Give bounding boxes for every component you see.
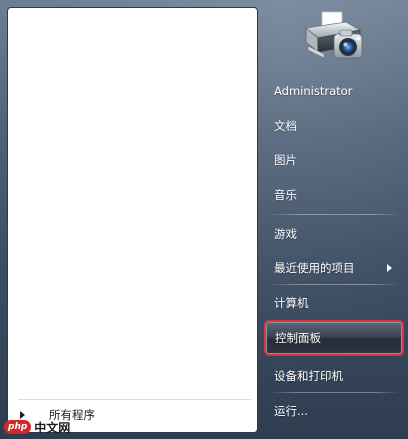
menu-divider [270,392,400,393]
computer-link[interactable]: 计算机 [266,288,402,318]
menu-divider [270,284,400,285]
pictures-link[interactable]: 图片 [266,145,402,175]
games-label: 游戏 [274,227,297,241]
printer-camera-icon [305,11,363,59]
run-link[interactable]: 运行... [266,396,402,426]
user-name-label: Administrator [274,84,353,98]
menu-divider [270,214,400,215]
watermark-logo: php [4,420,32,434]
computer-label: 计算机 [274,296,309,310]
watermark: php 中文网 [4,418,70,436]
devices-printers-link[interactable]: 设备和打印机 [266,361,402,391]
start-menu: 所有程序 Administrator 文档 图片 音乐 游戏 最近使用的项目 计… [0,0,408,439]
music-label: 音乐 [274,188,297,202]
programs-pane: 所有程序 [7,7,258,433]
music-link[interactable]: 音乐 [266,180,402,210]
submenu-arrow-icon [387,264,392,272]
user-name-link[interactable]: Administrator [266,76,402,106]
games-link[interactable]: 游戏 [266,219,402,249]
devices-printers-label: 设备和打印机 [274,369,343,383]
documents-label: 文档 [274,119,297,133]
all-programs-divider [18,399,251,400]
run-label: 运行... [274,404,308,418]
recent-items-label: 最近使用的项目 [274,261,355,275]
recent-items-link[interactable]: 最近使用的项目 [266,253,402,283]
documents-link[interactable]: 文档 [266,111,402,141]
control-panel-link[interactable]: 控制面板 [266,322,402,354]
user-picture[interactable] [296,8,368,72]
watermark-text: 中文网 [34,420,71,435]
pictures-label: 图片 [274,153,297,167]
control-panel-label: 控制面板 [275,331,321,345]
